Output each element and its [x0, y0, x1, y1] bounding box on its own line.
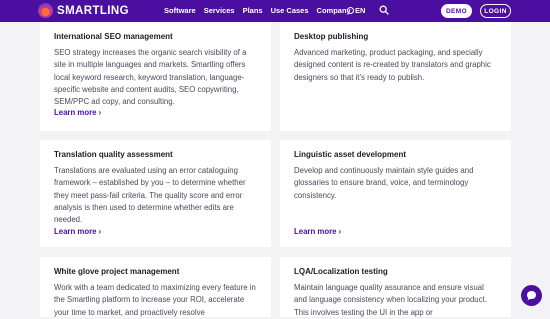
- card-description: Work with a team dedicated to maximizing…: [54, 283, 256, 317]
- service-card: Translation quality assessment Translati…: [40, 140, 271, 247]
- learn-more-link[interactable]: Learn more ›: [54, 108, 101, 117]
- chevron-right-icon: ›: [98, 108, 102, 117]
- nav-item-software[interactable]: Software: [164, 6, 196, 15]
- top-navbar: SMARTLING Software Services Plans Use Ca…: [0, 0, 550, 22]
- service-card: LQA/Localization testing Maintain langua…: [280, 257, 511, 317]
- logo-mark-icon: [38, 3, 53, 18]
- card-title: LQA/Localization testing: [294, 267, 388, 276]
- card-description: Translations are evaluated using an erro…: [54, 166, 246, 225]
- login-button[interactable]: LOGIN: [480, 4, 511, 18]
- nav-item-services[interactable]: Services: [204, 6, 235, 15]
- card-description: Advanced marketing, product packaging, a…: [294, 48, 491, 82]
- card-description: Develop and continuously maintain style …: [294, 166, 474, 200]
- nav-item-plans[interactable]: Plans: [243, 6, 263, 15]
- learn-more-label: Learn more: [294, 227, 337, 236]
- language-label: EN: [355, 6, 366, 15]
- learn-more-link[interactable]: Learn more ›: [54, 227, 101, 236]
- card-description: SEO strategy increases the organic searc…: [54, 48, 247, 107]
- card-title: Desktop publishing: [294, 32, 369, 41]
- demo-button[interactable]: DEMO: [441, 4, 472, 18]
- service-card: Desktop publishing Advanced marketing, p…: [280, 22, 511, 131]
- card-title: Linguistic asset development: [294, 150, 407, 159]
- nav-item-company[interactable]: Company: [317, 6, 351, 15]
- card-title: International SEO management: [54, 32, 173, 41]
- learn-more-label: Learn more: [54, 108, 97, 117]
- learn-more-link[interactable]: Learn more ›: [294, 227, 341, 236]
- main-nav: Software Services Plans Use Cases Compan…: [164, 6, 359, 15]
- chat-launcher-button[interactable]: [521, 285, 542, 306]
- nav-item-use-cases[interactable]: Use Cases: [271, 6, 309, 15]
- chevron-right-icon: ›: [338, 227, 342, 236]
- chat-icon: [527, 291, 536, 301]
- language-selector[interactable]: EN: [347, 6, 365, 15]
- service-card: Linguistic asset development Develop and…: [280, 140, 511, 247]
- smartling-logo[interactable]: SMARTLING: [38, 3, 129, 18]
- card-title: Translation quality assessment: [54, 150, 173, 159]
- search-icon[interactable]: [379, 5, 389, 15]
- learn-more-label: Learn more: [54, 227, 97, 236]
- card-description: Maintain language quality assurance and …: [294, 283, 487, 317]
- card-title: White glove project management: [54, 267, 180, 276]
- service-card: White glove project management Work with…: [40, 257, 271, 317]
- service-card: International SEO management SEO strateg…: [40, 22, 271, 131]
- brand-name: SMARTLING: [57, 4, 129, 17]
- chevron-right-icon: ›: [98, 227, 102, 236]
- globe-icon: [347, 7, 354, 14]
